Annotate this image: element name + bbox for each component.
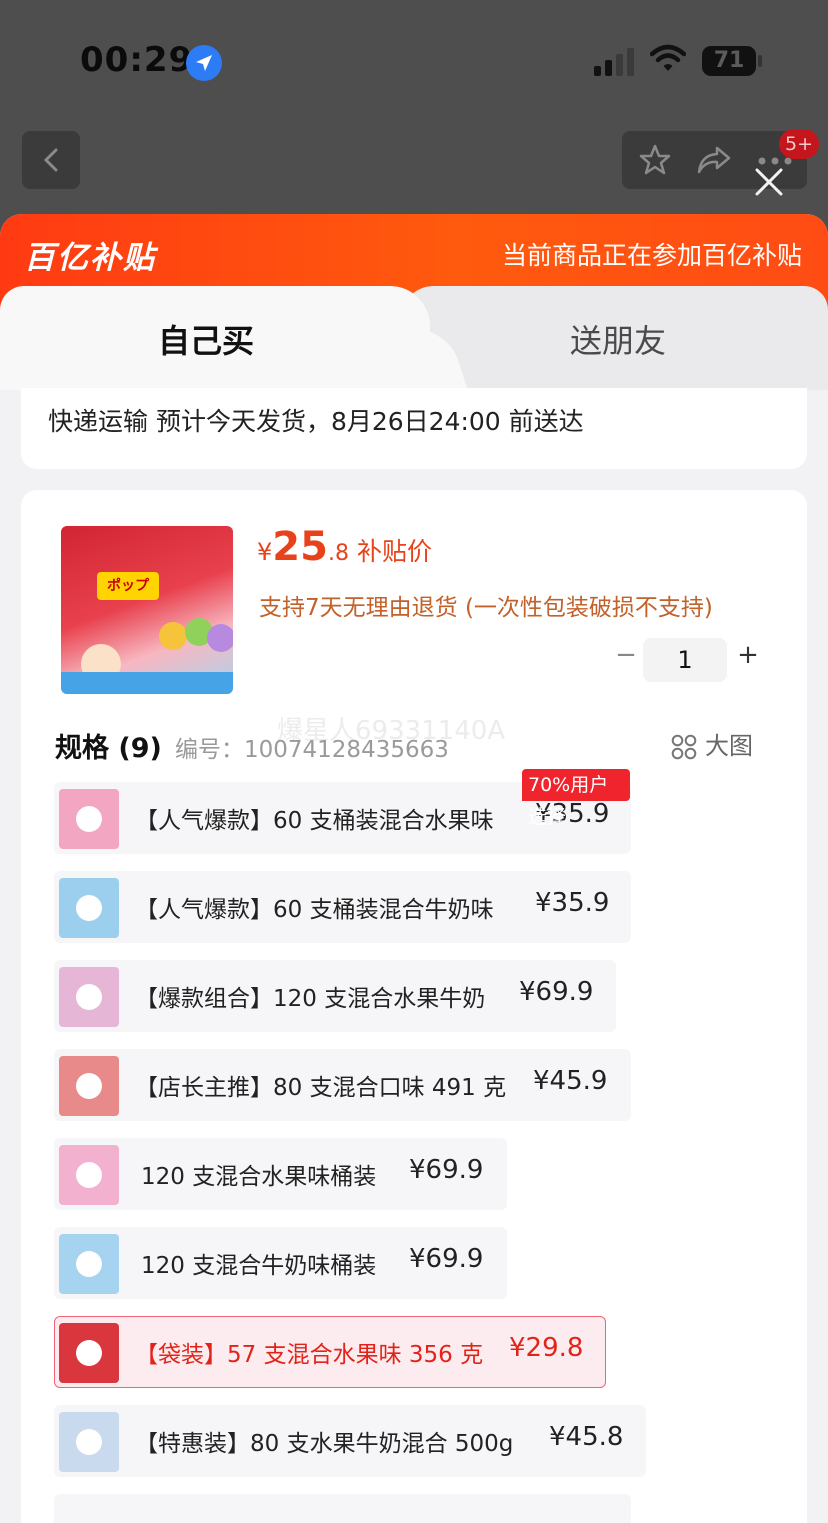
spec-option[interactable]: 【特惠装】80 支水果牛奶混合 500g ¥45.8	[54, 1405, 646, 1477]
battery-tip	[758, 55, 762, 67]
option-text: 【袋装】57 支混合水果味 356 克	[135, 1342, 484, 1368]
option-text: 【人气爆款】60 支桶装混合牛奶味	[135, 897, 494, 923]
spec-title: 规格 (9)	[55, 733, 162, 764]
spec-option[interactable]: 120 支混合水果味桶装 ¥69.9	[54, 1138, 507, 1210]
spec-option[interactable]: 【店长主推】80 支混合口味 491 克 ¥45.9	[54, 1049, 631, 1121]
option-text: 【特惠装】80 支水果牛奶混合 500g	[135, 1431, 514, 1457]
close-icon[interactable]	[752, 165, 786, 199]
lollipop-shape	[207, 624, 233, 652]
grid-icon	[671, 734, 697, 760]
option-price: ¥69.9	[409, 1244, 484, 1274]
more-icon[interactable]	[758, 157, 792, 165]
spec-option[interactable]: 【人气爆款】60 支桶装混合水果味 ¥35.9 70%用户选择	[54, 769, 631, 854]
option-price: ¥35.9	[535, 888, 610, 918]
sheet-content: 快递运输 预计今天发货，8月26日24:00 前送达 ポップ ¥25.8 补贴价 …	[0, 388, 828, 1523]
option-price: ¥29.8	[509, 1333, 584, 1363]
quantity-input[interactable]: 1	[643, 638, 727, 682]
big-image-label: 大图	[705, 732, 753, 760]
spec-option[interactable]: 【人气爆款】60 支桶装混合牛奶味 ¥35.9	[54, 871, 631, 943]
spec-option-selected[interactable]: 【袋装】57 支混合水果味 356 克 ¥29.8	[54, 1316, 606, 1388]
option-thumbnail	[59, 789, 119, 849]
spec-option-partial[interactable]	[54, 1494, 631, 1523]
option-price: ¥45.9	[533, 1066, 608, 1096]
option-text: 120 支混合水果味桶装	[141, 1164, 377, 1190]
tab-gift[interactable]: 送朋友	[400, 286, 828, 390]
option-price: ¥45.8	[549, 1422, 624, 1452]
status-bar: 00:29 71	[0, 0, 828, 110]
tab-self-label: 自己买	[158, 322, 255, 360]
lollipop-shape	[159, 622, 187, 650]
subsidy-note: 当前商品正在参加百亿补贴	[501, 241, 802, 270]
star-icon[interactable]	[638, 143, 672, 177]
option-price: ¥69.9	[409, 1155, 484, 1185]
subsidy-price: ¥25.8 补贴价	[257, 524, 432, 570]
spec-option[interactable]: 120 支混合牛奶味桶装 ¥69.9	[54, 1227, 507, 1299]
option-text: 120 支混合牛奶味桶装	[141, 1253, 377, 1279]
battery-icon: 71	[702, 46, 756, 76]
option-text: 【人气爆款】60 支桶装混合水果味	[135, 808, 494, 834]
increase-button[interactable]: +	[733, 640, 763, 670]
back-button[interactable]	[22, 131, 80, 189]
price-decimal: .8	[327, 541, 349, 566]
option-thumbnail	[59, 1145, 119, 1205]
option-thumbnail	[59, 1234, 119, 1294]
share-icon[interactable]	[696, 143, 732, 177]
quantity-stepper: − 1 +	[611, 638, 761, 682]
wifi-icon	[649, 44, 687, 78]
tab-self[interactable]: 自己买	[0, 286, 430, 390]
option-thumbnail	[59, 1412, 119, 1472]
popular-badge: 70%用户选择	[522, 769, 630, 828]
shipping-text: 快递运输 预计今天发货，8月26日24:00 前送达	[48, 407, 584, 436]
product-image: ポップ	[61, 526, 233, 694]
shipping-card: 快递运输 预计今天发货，8月26日24:00 前送达	[21, 388, 807, 469]
purchase-sheet: 百亿补贴 当前商品正在参加百亿补贴 送朋友 自己买 快递运输 预计今天发货，8月…	[0, 214, 828, 1523]
price-tag: 补贴价	[356, 537, 432, 566]
spec-option[interactable]: 【爆款组合】120 支混合水果牛奶 ¥69.9	[54, 960, 616, 1032]
price-integer: 25	[272, 524, 328, 570]
product-card: ポップ ¥25.8 补贴价 支持7天无理由退货 (一次性包装破损不支持) − 1 …	[21, 490, 807, 1523]
option-thumbnail	[59, 878, 119, 938]
option-thumbnail	[59, 1056, 119, 1116]
option-thumbnail	[59, 967, 119, 1027]
status-time: 00:29	[80, 40, 194, 80]
big-image-toggle[interactable]: 大图	[671, 726, 753, 761]
product-image-strip	[61, 672, 233, 694]
cellular-signal-icon	[594, 48, 636, 76]
option-text: 【爆款组合】120 支混合水果牛奶	[135, 986, 486, 1012]
notification-badge: 5+	[779, 129, 820, 159]
tab-gift-label: 送朋友	[570, 322, 667, 360]
product-image-label: ポップ	[97, 572, 159, 600]
location-arrow-icon	[186, 45, 222, 81]
subsidy-logo: 百亿补贴	[24, 240, 156, 276]
option-text: 【店长主推】80 支混合口味 491 克	[135, 1075, 507, 1101]
return-policy: 支持7天无理由退货 (一次性包装破损不支持)	[259, 595, 713, 621]
decrease-button[interactable]: −	[611, 640, 641, 670]
option-thumbnail	[59, 1323, 119, 1383]
option-price: ¥69.9	[519, 977, 594, 1007]
purchase-tabs: 送朋友 自己买	[0, 286, 828, 390]
price-currency: ¥	[257, 538, 273, 566]
chevron-left-icon	[43, 148, 58, 172]
product-code: 编号：10074128435663	[175, 737, 449, 763]
